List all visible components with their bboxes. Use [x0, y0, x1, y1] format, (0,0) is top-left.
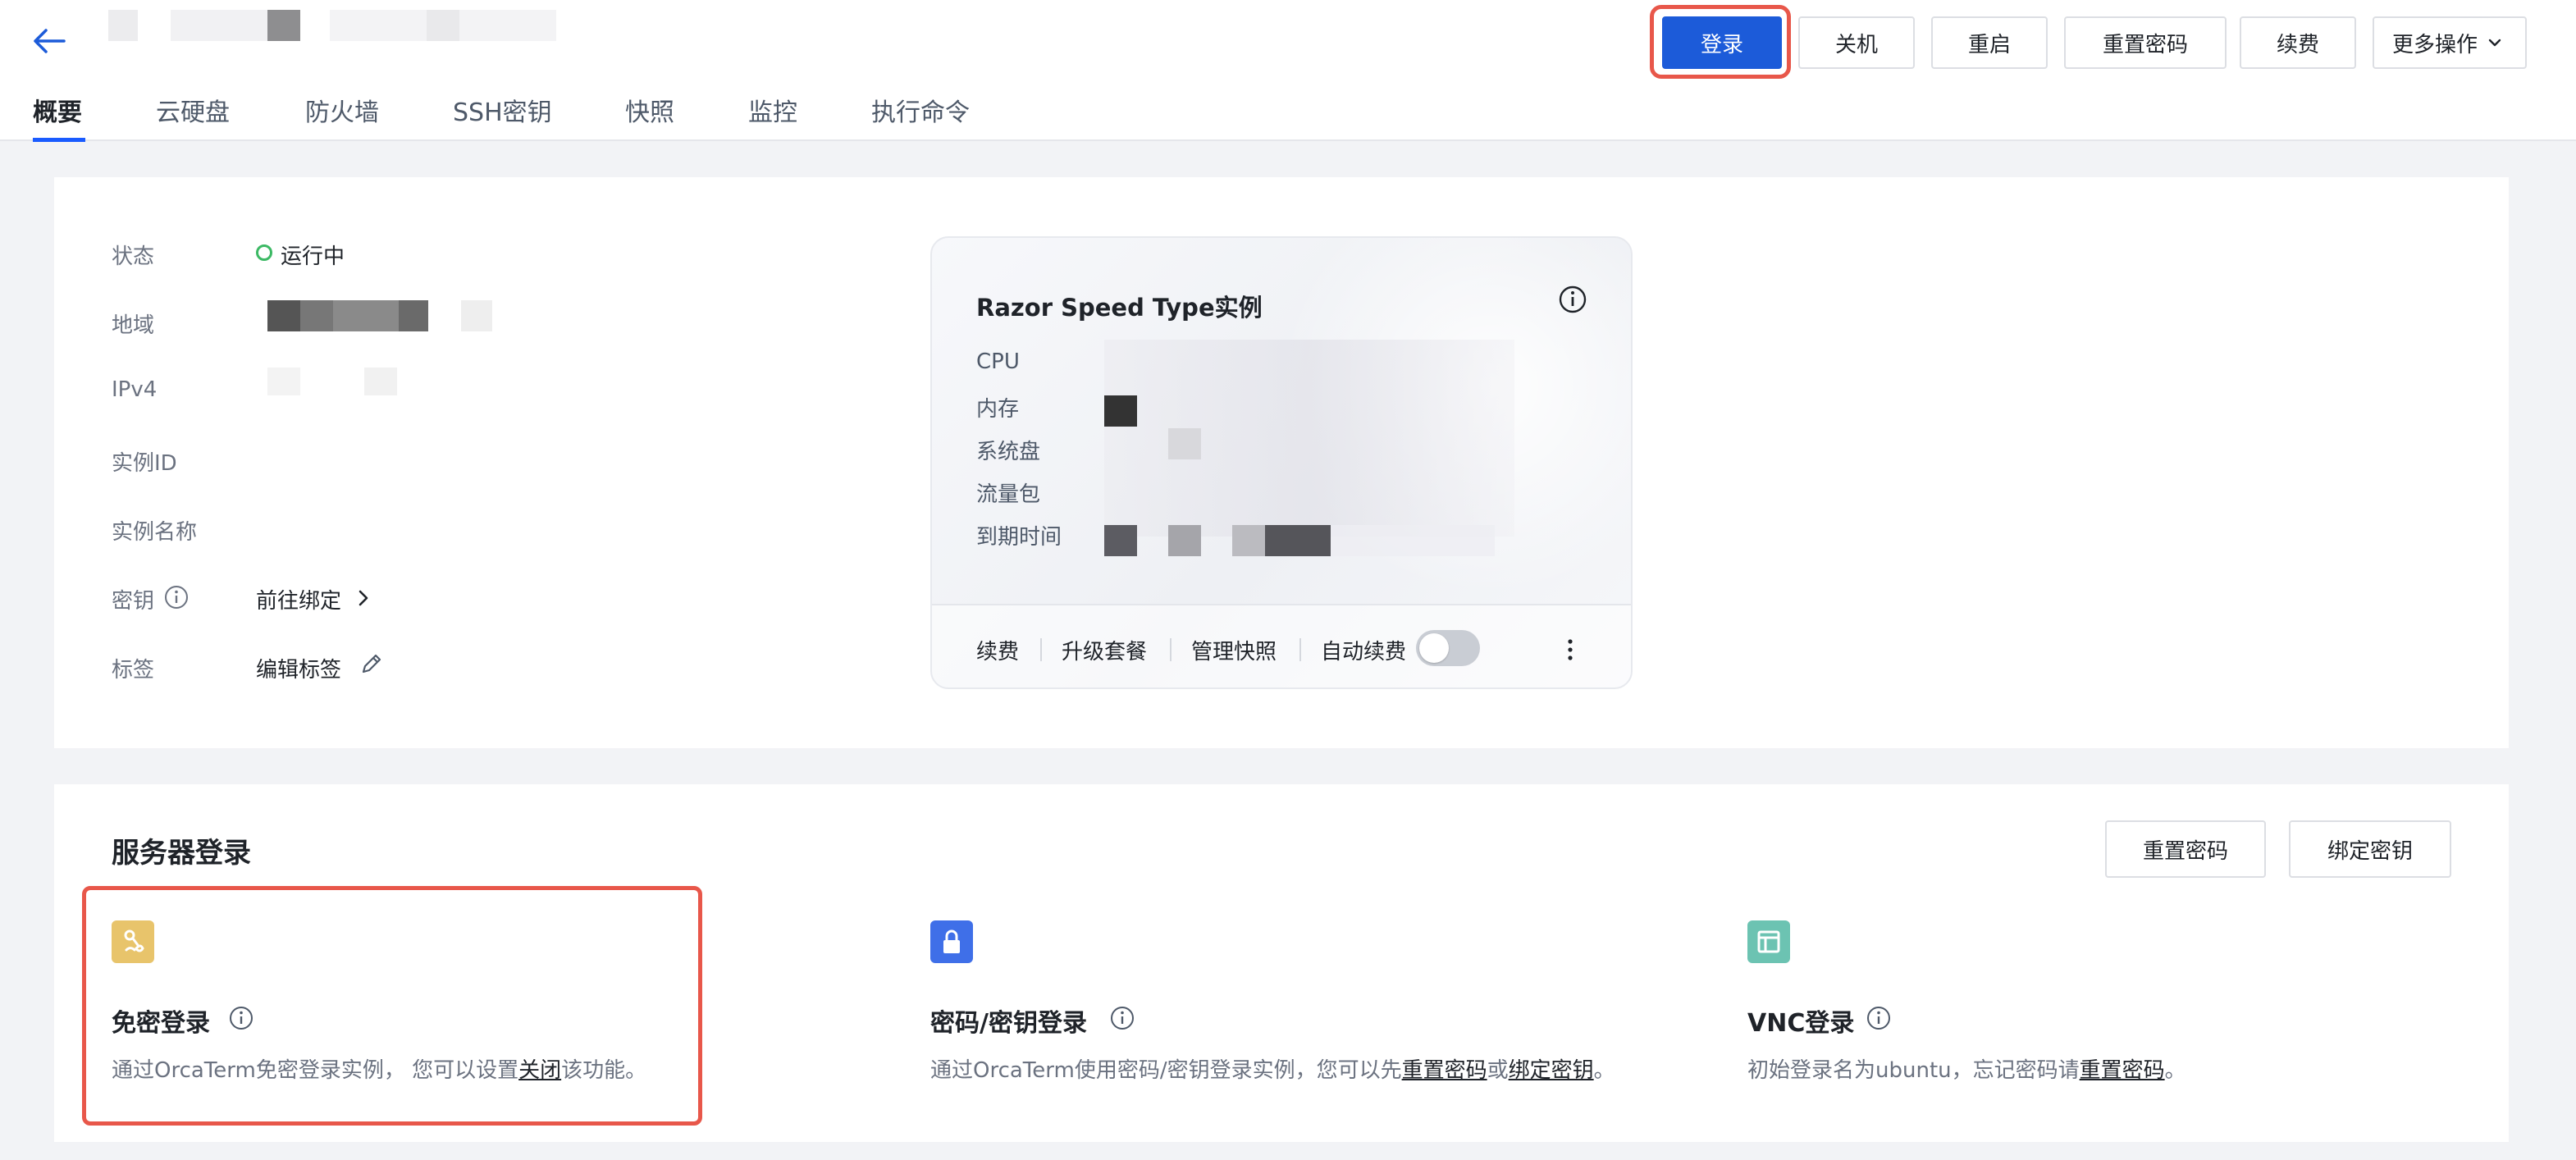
region-label: 地域 [112, 313, 155, 338]
divider [1299, 638, 1301, 661]
spec-traffic-label: 流量包 [976, 482, 1041, 507]
restart-button[interactable]: 重启 [1931, 16, 2048, 69]
passwordless-login-highlight [82, 886, 702, 1126]
status-dot-icon [256, 244, 272, 261]
chevron-down-icon [2488, 39, 2501, 47]
login-button-highlight [1650, 5, 1791, 79]
server-login-title: 服务器登录 [112, 837, 251, 870]
instance-spec-card: Razor Speed Type实例 CPU 内存 系统盘 流量包 到期时间 续… [930, 236, 1633, 689]
reset-password-button[interactable]: 重置密码 [2105, 820, 2266, 878]
spec-cpu-label: CPU [976, 349, 1020, 374]
upgrade-plan-link[interactable]: 升级套餐 [1062, 635, 1147, 665]
vnc-reset-password-link[interactable]: 重置密码 [2080, 1058, 2165, 1083]
desc-text: 初始登录名为ubuntu，忘记密码请 [1747, 1058, 2080, 1083]
toggle-knob [1419, 633, 1449, 663]
divider [1040, 638, 1042, 661]
info-icon[interactable] [1557, 284, 1588, 315]
vnc-login-desc: 初始登录名为ubuntu，忘记密码请重置密码。 [1747, 1053, 2186, 1084]
pencil-icon[interactable] [358, 650, 386, 678]
tab-monitoring[interactable]: 监控 [748, 92, 797, 128]
reset-password-button[interactable]: 重置密码 [2064, 16, 2227, 69]
status-label: 状态 [112, 244, 155, 269]
instance-name-label: 实例名称 [112, 520, 198, 545]
spec-title: Razor Speed Type实例 [976, 294, 1263, 322]
edit-tag-link[interactable]: 编辑标签 [256, 653, 341, 683]
tab-overview[interactable]: 概要 [33, 92, 82, 128]
more-actions-dropdown[interactable]: 更多操作 [2373, 16, 2527, 69]
back-arrow-icon[interactable] [31, 26, 67, 56]
tab-firewall[interactable]: 防火墙 [305, 92, 379, 128]
status-value: 运行中 [281, 244, 345, 269]
spec-card-footer: 续费 升级套餐 管理快照 自动续费 [932, 604, 1631, 687]
desc-text: 。 [2164, 1058, 2186, 1083]
lock-icon [930, 920, 973, 963]
divider [1170, 638, 1172, 661]
manage-snapshot-link[interactable]: 管理快照 [1191, 635, 1277, 665]
tag-label: 标签 [112, 658, 155, 683]
info-icon[interactable] [1866, 1006, 1891, 1030]
tab-run-command[interactable]: 执行命令 [871, 92, 970, 128]
tab-ssh-key[interactable]: SSH密钥 [453, 92, 552, 128]
tab-cloud-disk[interactable]: 云硬盘 [156, 92, 230, 128]
info-icon[interactable] [164, 585, 189, 610]
spec-memory-label: 内存 [976, 397, 1020, 422]
spec-system-disk-label: 系统盘 [976, 440, 1041, 464]
reset-password-link[interactable]: 重置密码 [1402, 1058, 1487, 1083]
renew-button[interactable]: 续费 [2240, 16, 2356, 69]
vnc-window-icon [1747, 920, 1790, 963]
desc-text: 或 [1487, 1058, 1509, 1083]
shutdown-button[interactable]: 关机 [1798, 16, 1915, 69]
vnc-login-title: VNC登录 [1747, 1009, 1855, 1038]
more-actions-label: 更多操作 [2392, 32, 2478, 57]
desc-text: 。 [1593, 1058, 1615, 1083]
spec-expiry-label: 到期时间 [976, 525, 1062, 550]
desc-text: 通过OrcaTerm使用密码/密钥登录实例，您可以先 [930, 1058, 1402, 1083]
bind-key-link[interactable]: 前往绑定 [256, 584, 341, 614]
bind-key-button[interactable]: 绑定密钥 [2289, 820, 2451, 878]
instance-id-label: 实例ID [112, 451, 177, 476]
auto-renew-label: 自动续费 [1321, 640, 1407, 664]
more-vertical-icon[interactable] [1564, 635, 1577, 664]
password-key-login-title: 密码/密钥登录 [930, 1009, 1087, 1038]
chevron-right-icon [359, 590, 368, 606]
key-label: 密钥 [112, 589, 155, 614]
password-key-login-desc: 通过OrcaTerm使用密码/密钥登录实例，您可以先重置密码或绑定密钥。 [930, 1053, 1615, 1084]
tab-snapshot[interactable]: 快照 [625, 92, 674, 128]
auto-renew-toggle[interactable] [1416, 630, 1480, 666]
active-tab-indicator [33, 138, 85, 142]
bind-key-link[interactable]: 绑定密钥 [1509, 1058, 1594, 1083]
spec-renew-link[interactable]: 续费 [976, 635, 1019, 665]
page-header: 概要 云硬盘 防火墙 SSH密钥 快照 监控 执行命令 登录 关机 重启 重置密… [0, 0, 2576, 142]
ipv4-label: IPv4 [112, 377, 158, 402]
info-icon[interactable] [1110, 1006, 1135, 1030]
